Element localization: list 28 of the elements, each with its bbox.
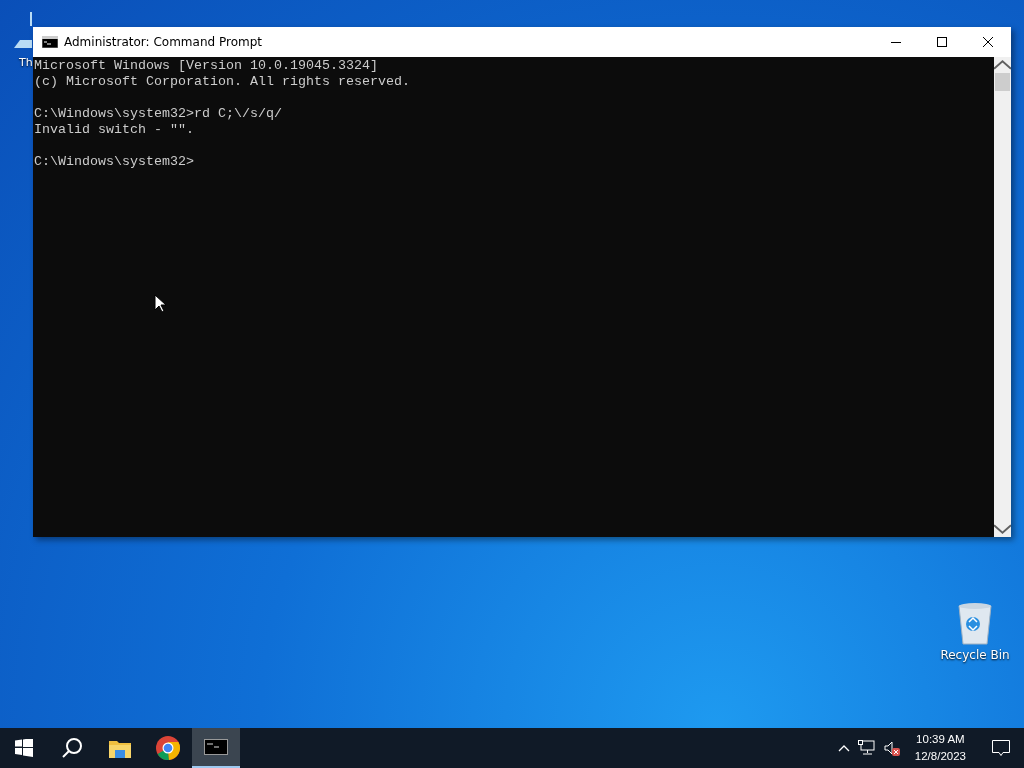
console-line: C:\Windows\system32>rd C;\/s/q/ — [34, 106, 282, 122]
console-icon — [42, 36, 58, 48]
clock-date: 12/8/2023 — [914, 749, 966, 764]
desktop-icon-label[interactable]: Recycle Bin — [940, 648, 1010, 662]
console-icon — [204, 739, 228, 755]
close-icon — [983, 37, 993, 47]
notification-icon[interactable] — [992, 740, 1010, 756]
taskbar-button[interactable] — [192, 728, 240, 768]
window-title: Administrator: Command Prompt — [64, 35, 263, 49]
network-icon[interactable] — [857, 740, 876, 756]
console-line: (c) Microsoft Corporation. All rights reserved. — [34, 74, 410, 90]
windows-logo-icon — [15, 739, 33, 757]
console-line: Invalid switch - "". — [34, 122, 194, 138]
console-line: C:\Windows\system32> — [34, 154, 194, 170]
muted-speaker-icon[interactable] — [883, 739, 901, 757]
maximize-icon — [937, 37, 947, 47]
clock-time: 10:39 AM — [916, 732, 965, 747]
recycle-bin-icon[interactable] — [955, 600, 995, 646]
scrollbar[interactable] — [994, 57, 1011, 537]
chrome-logo-icon — [156, 736, 180, 760]
mouse-pointer-icon — [154, 294, 166, 313]
folder-icon — [109, 738, 131, 758]
desktop-icon-label[interactable]: Th — [19, 56, 33, 69]
chevron-up-icon[interactable] — [837, 744, 850, 752]
console-line: Microsoft Windows [Version 10.0.19045.3324] — [34, 58, 378, 74]
scrollbar-thumb[interactable] — [995, 73, 1010, 91]
search-icon — [61, 737, 83, 759]
clock[interactable]: 10:39 AM 12/8/2023 — [910, 731, 970, 765]
